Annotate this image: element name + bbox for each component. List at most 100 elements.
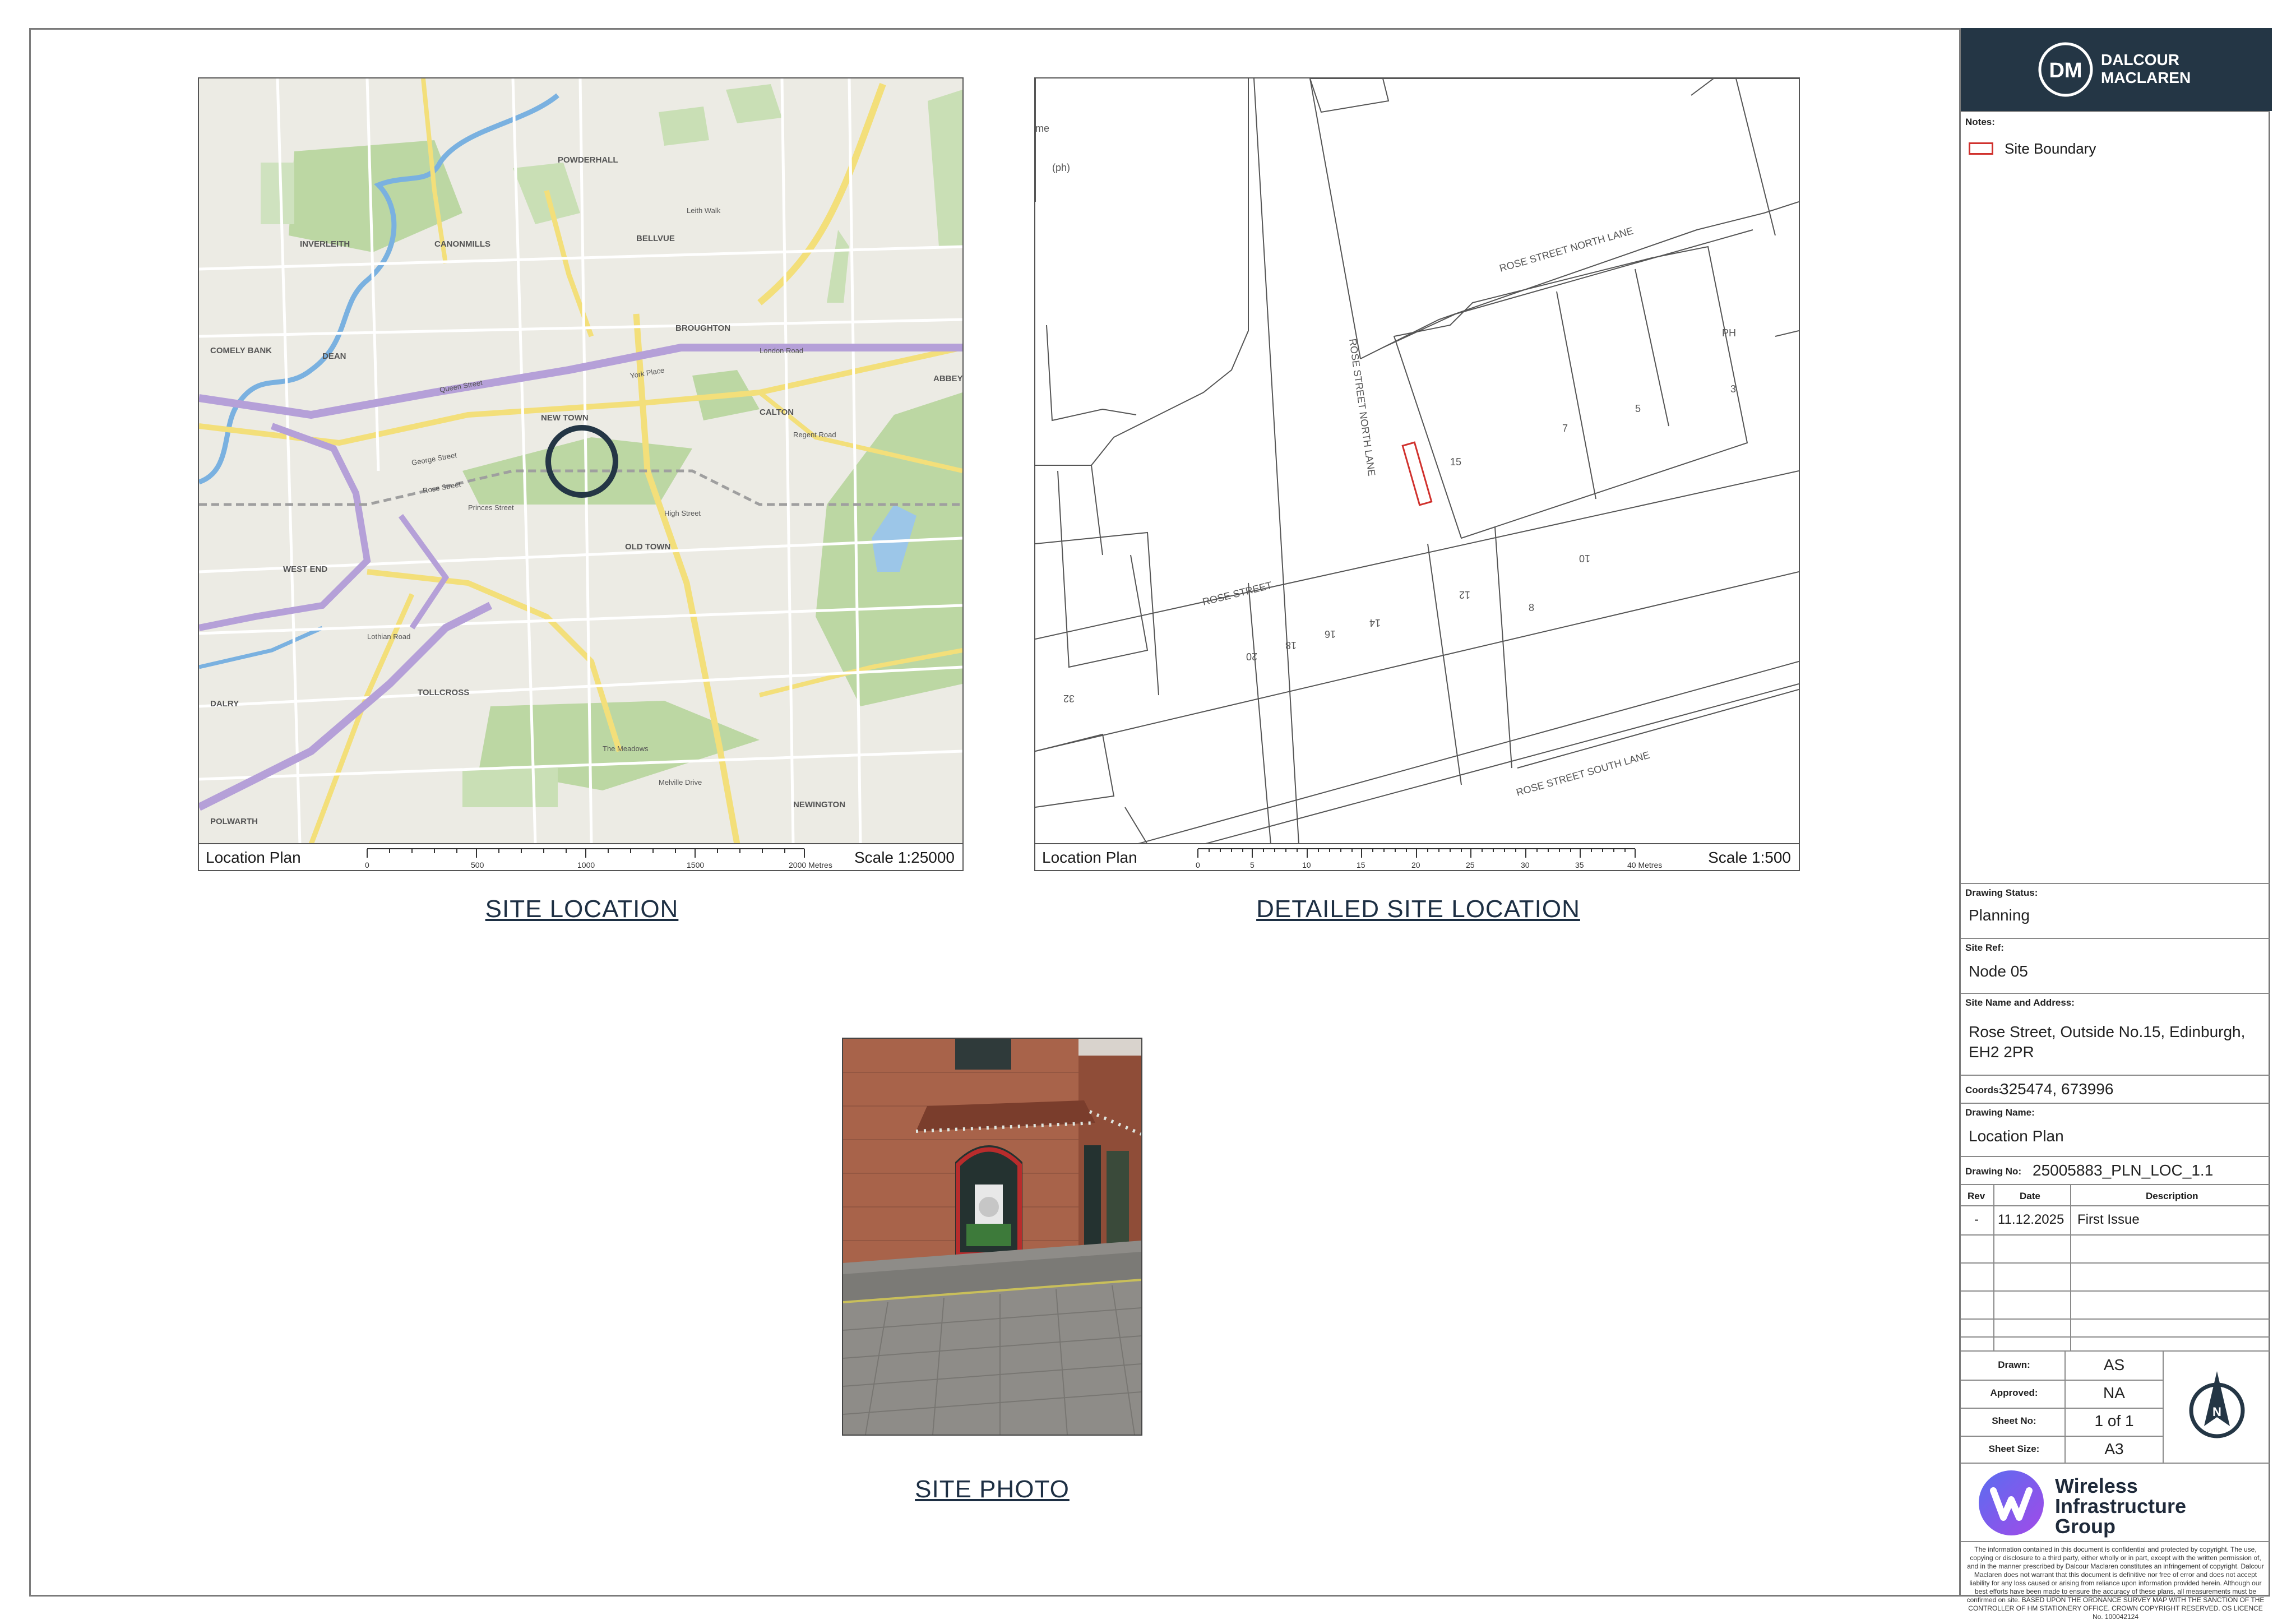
- map-label-old-town: OLD TOWN: [625, 542, 670, 552]
- map2-plot-label: (ph): [1052, 162, 1070, 173]
- map1-scalebar-row: Location Plan 0 500 1000 1500 2000 Metre…: [199, 843, 962, 870]
- north-arrow-letter: N: [2212, 1405, 2221, 1419]
- drawing-name-value: Location Plan: [1969, 1127, 2064, 1145]
- site-name-line1: Rose Street, Outside No.15, Edinburgh,: [1969, 1023, 2246, 1040]
- map2-scalebar-row: Location Plan 0 5 10 15 20 25 30 35 40 M…: [1035, 843, 1799, 870]
- map-street-label: Regent Road: [793, 431, 836, 439]
- site-ref-value: Node 05: [1969, 963, 2028, 980]
- map2-plot-label: 10: [1579, 553, 1590, 564]
- site-name-label: Site Name and Address:: [1965, 997, 2075, 1008]
- site-photo-caption: SITE PHOTO: [915, 1475, 1070, 1503]
- drawing-name-label: Drawing Name:: [1965, 1107, 2035, 1118]
- site-location-map: POWDERHALL INVERLEITH CANONMILLS BELLVUE…: [198, 77, 964, 871]
- site-photo-image: [843, 1039, 1141, 1435]
- map2-plot-label: PH: [1722, 327, 1736, 339]
- date-header: Date: [2020, 1191, 2040, 1201]
- map1-scale-label: Scale 1:25000: [854, 849, 955, 866]
- sheet-size-label: Sheet Size:: [1988, 1443, 2040, 1454]
- map2-scale-label: Scale 1:500: [1708, 849, 1791, 866]
- map2-plot-label: 7: [1562, 423, 1568, 434]
- map-label-dalry: DALRY: [210, 699, 239, 709]
- detailed-site-location-caption: DETAILED SITE LOCATION: [1256, 895, 1580, 923]
- dm-logo-mark: DM DALCOUR MACLAREN: [2038, 42, 2191, 97]
- revision-rev: -: [1974, 1212, 1979, 1227]
- wireless-infrastructure-group-logo: Wireless Infrastructure Group: [1979, 1470, 2186, 1538]
- map-label-broughton: BROUGHTON: [675, 323, 730, 333]
- map-label-west-end: WEST END: [283, 565, 327, 574]
- map2-plot-label: 14: [1369, 617, 1381, 628]
- map2-location-plan-label: Location Plan: [1042, 849, 1137, 866]
- map-label-abbey: ABBEY: [933, 374, 962, 383]
- map2-plot-label: me: [1035, 123, 1049, 134]
- notes-label: Notes:: [1965, 117, 1995, 127]
- map-street-label: Melville Drive: [659, 778, 702, 786]
- map1-tick-label: 500: [471, 860, 484, 869]
- map-street-label: London Road: [760, 346, 803, 355]
- site-photo: [842, 1038, 1142, 1436]
- os-mastermap-plan: ROSE STREET NORTH LANE ROSE STREET NORTH…: [1035, 78, 1799, 844]
- drawn-label: Drawn:: [1998, 1359, 2030, 1370]
- map2-plot-label: 15: [1450, 456, 1461, 468]
- site-name-line2: EH2 2PR: [1969, 1043, 2034, 1061]
- map2-tick-label: 35: [1575, 860, 1584, 869]
- map2-tick-label: 10: [1302, 860, 1311, 869]
- map2-tick-label: 5: [1250, 860, 1255, 869]
- drawing-status-section: Drawing Status: Planning: [1961, 883, 2270, 938]
- description-header: Description: [2146, 1191, 2198, 1201]
- map1-location-plan-label: Location Plan: [206, 849, 301, 866]
- revision-date: 11.12.2025: [1998, 1212, 2064, 1227]
- map-street-label: Princes Street: [468, 503, 514, 512]
- drawing-no-label: Drawing No:: [1965, 1166, 2022, 1177]
- map-label-polwarth: POLWARTH: [210, 817, 258, 826]
- coords-label: Coords:: [1965, 1085, 2002, 1095]
- map2-plot-label: 5: [1635, 403, 1641, 414]
- drawing-status-value: Planning: [1969, 906, 2030, 924]
- coords-value: 325474, 673996: [2000, 1080, 2114, 1098]
- map2-scale-ruler: 0 5 10 15 20 25 30 35 40 Metres: [1196, 848, 1662, 869]
- drawing-name-section: Drawing Name: Location Plan: [1961, 1103, 2270, 1156]
- map2-tick-label: 20: [1411, 860, 1420, 869]
- drawing-status-label: Drawing Status:: [1965, 887, 2038, 898]
- map1-tick-label: 1000: [577, 860, 595, 869]
- drawing-no-section: Drawing No: 25005883_PLN_LOC_1.1: [1961, 1156, 2270, 1184]
- revision-table: Rev Date Description - 11.12.2025 First …: [1961, 1184, 2270, 1350]
- map1-scale-ruler: 0 500 1000 1500 2000 Metres: [365, 848, 832, 869]
- wig-name-line3: Group: [2055, 1515, 2116, 1538]
- map-label-inverleith: INVERLEITH: [300, 239, 350, 249]
- map-label-calton: CALTON: [760, 408, 794, 417]
- sheet-no-label: Sheet No:: [1992, 1415, 2036, 1426]
- approved-label: Approved:: [1990, 1387, 2038, 1398]
- site-location-caption: SITE LOCATION: [485, 895, 679, 923]
- map-street-label: The Meadows: [603, 744, 649, 753]
- site-name-section: Site Name and Address: Rose Street, Outs…: [1961, 993, 2270, 1075]
- sheet-size-value: A3: [2104, 1440, 2124, 1458]
- map-label-new-town: NEW TOWN: [541, 413, 589, 423]
- site-ref-label: Site Ref:: [1965, 942, 2004, 953]
- map2-plot-label: 18: [1285, 640, 1297, 651]
- map-street-label: Lothian Road: [367, 632, 410, 641]
- site-ref-section: Site Ref: Node 05: [1961, 938, 2270, 993]
- street-map-image: POWDERHALL INVERLEITH CANONMILLS BELLVUE…: [199, 78, 962, 844]
- dm-logo-letters: DM: [2049, 59, 2082, 82]
- wig-name-line2: Infrastructure: [2055, 1495, 2186, 1517]
- wig-logo-section: Wireless Infrastructure Group: [1961, 1463, 2270, 1541]
- map-street-label: Leith Walk: [687, 206, 721, 215]
- site-boundary-legend-label: Site Boundary: [2005, 140, 2096, 157]
- map-label-newington: NEWINGTON: [793, 800, 845, 809]
- map2-tick-label: 0: [1196, 860, 1200, 869]
- meta-section: Drawn: AS Approved: NA Sheet No: 1 of 1 …: [1961, 1350, 2270, 1463]
- rev-header: Rev: [1968, 1191, 1985, 1201]
- map2-tick-label: 30: [1521, 860, 1530, 869]
- map2-tick-label: 15: [1357, 860, 1365, 869]
- map-label-powderhall: POWDERHALL: [558, 155, 618, 165]
- revision-description: First Issue: [2077, 1212, 2140, 1227]
- north-arrow-icon: N: [2189, 1371, 2245, 1438]
- approved-value: NA: [2103, 1384, 2125, 1401]
- sheet-no-value: 1 of 1: [2094, 1412, 2134, 1429]
- drawn-value: AS: [2103, 1356, 2125, 1373]
- map1-tick-label: 2000 Metres: [789, 860, 832, 869]
- detailed-site-location-map: ROSE STREET NORTH LANE ROSE STREET NORTH…: [1034, 77, 1800, 871]
- map2-plot-label: 16: [1325, 628, 1336, 640]
- map-label-bellvue: BELLVUE: [636, 234, 675, 243]
- copyright-disclaimer: The information contained in this docume…: [1966, 1546, 2265, 1621]
